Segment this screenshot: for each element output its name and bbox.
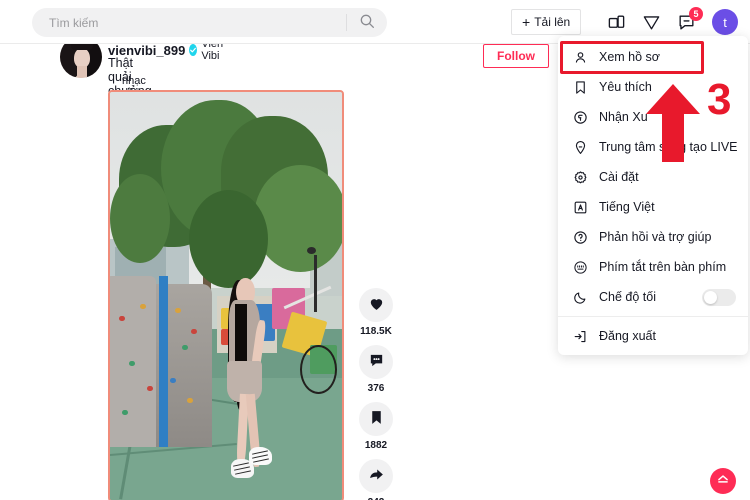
menu-label: Cài đặt (599, 170, 639, 184)
logout-icon (572, 328, 588, 344)
bookmark-icon (368, 409, 385, 429)
share-arrow-icon (368, 466, 385, 486)
search-bar[interactable] (32, 8, 387, 37)
upload-label: Tải lên (534, 15, 571, 29)
share-button[interactable] (359, 459, 393, 493)
menu-separator (558, 316, 748, 317)
menu-label: Phím tắt trên bàn phím (599, 260, 727, 274)
menu-item-keyboard-shortcuts[interactable]: Phím tắt trên bàn phím (558, 252, 748, 282)
send-paper-plane-icon[interactable] (642, 13, 661, 32)
video-player[interactable] (108, 90, 344, 500)
search-input[interactable] (32, 8, 332, 37)
gear-icon (572, 169, 588, 185)
menu-item-logout[interactable]: Đăng xuất (558, 321, 748, 351)
lightbulb-pin-icon (572, 139, 588, 155)
tiktok-web-page: + Tải lên 5 (0, 0, 750, 500)
menu-label: Nhận Xu (599, 110, 648, 124)
menu-item-language[interactable]: Tiếng Việt (558, 192, 748, 222)
menu-label: Đăng xuất (599, 329, 656, 343)
upload-button[interactable]: + Tải lên (511, 9, 582, 35)
comment-action: 376 (352, 345, 400, 394)
like-button[interactable] (359, 288, 393, 322)
menu-label: Phản hồi và trợ giúp (599, 230, 712, 244)
menu-label: Trung tâm sáng tạo LIVE (599, 140, 738, 154)
heart-icon (368, 295, 385, 315)
plus-icon: + (522, 14, 531, 30)
person-icon (572, 49, 588, 65)
comment-count: 376 (367, 383, 385, 394)
bookmark-count: 1882 (364, 440, 388, 451)
keyboard-icon (572, 259, 588, 275)
dark-mode-toggle[interactable] (702, 289, 736, 306)
bookmark-button[interactable] (359, 402, 393, 436)
question-circle-icon (572, 229, 588, 245)
comment-button[interactable] (359, 345, 393, 379)
menu-label: Chế độ tối (599, 290, 656, 304)
verified-badge-icon (189, 44, 198, 56)
moon-icon (572, 289, 588, 305)
like-action: 118.5K (352, 288, 400, 337)
search-button[interactable] (347, 8, 387, 37)
menu-label: Yêu thích (599, 80, 652, 94)
message-icon[interactable]: 5 (677, 6, 703, 32)
menu-label: Xem hồ sơ (599, 50, 660, 64)
message-badge: 5 (689, 6, 703, 21)
comment-icon (368, 352, 385, 372)
coin-icon (572, 109, 588, 125)
menu-item-feedback-help[interactable]: Phản hồi và trợ giúp (558, 222, 748, 252)
menu-label: Tiếng Việt (599, 200, 655, 214)
follow-button[interactable]: Follow (483, 44, 549, 68)
menu-item-dark-mode[interactable]: Chế độ tối (558, 282, 748, 312)
bookmark-icon (572, 79, 588, 95)
bookmark-action: 1882 (352, 402, 400, 451)
share-action: 242 (352, 459, 400, 500)
video-thumbnail-playground-scene (110, 92, 342, 500)
menu-item-view-profile[interactable]: Xem hồ sơ (558, 42, 748, 72)
avatar-initial: t (723, 14, 727, 30)
menu-item-live-creator-hub[interactable]: Trung tâm sáng tạo LIVE (558, 132, 748, 162)
scroll-to-top-button[interactable] (710, 468, 736, 494)
up-caret-icon (716, 472, 730, 491)
user-avatar-nav[interactable]: t (712, 9, 738, 35)
video-action-rail: 118.5K 376 1882 (352, 288, 400, 500)
menu-item-settings[interactable]: Cài đặt (558, 162, 748, 192)
search-icon (359, 13, 375, 32)
like-count: 118.5K (360, 326, 392, 337)
language-a-icon (572, 199, 588, 215)
device-screen-icon[interactable] (607, 13, 626, 32)
step-number-annotation: 3 (707, 75, 732, 124)
